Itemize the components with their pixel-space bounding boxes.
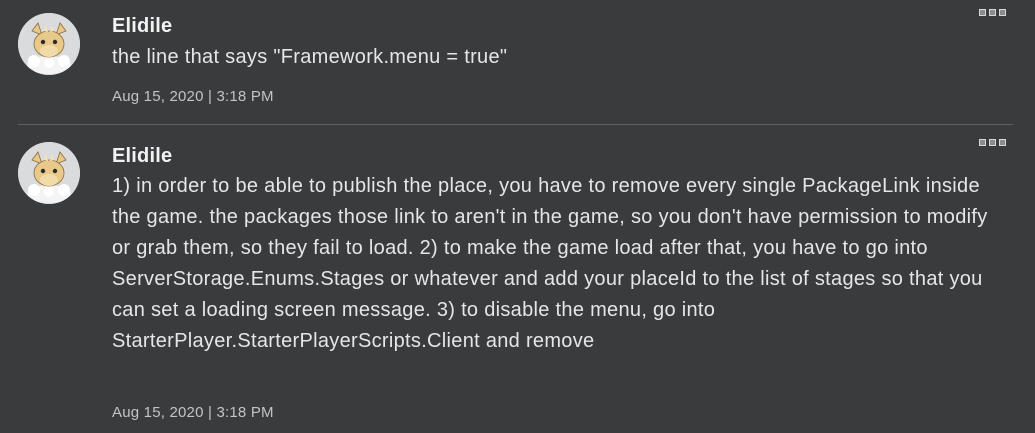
comment-post: Elidile 1) in order to be able to publis… xyxy=(0,125,1035,433)
dragon-avatar-icon xyxy=(18,13,80,75)
more-options-button[interactable] xyxy=(979,9,1012,18)
more-options-icon xyxy=(999,9,1006,16)
avatar[interactable] xyxy=(18,142,80,204)
comment-feed: Elidile the line that says "Framework.me… xyxy=(0,0,1035,433)
more-options-icon xyxy=(999,139,1006,146)
comment-timestamp: Aug 15, 2020 | 3:18 PM xyxy=(112,88,274,105)
dragon-avatar-icon xyxy=(18,142,80,204)
more-options-icon xyxy=(979,139,986,146)
author-name[interactable]: Elidile xyxy=(112,15,172,38)
comment-post: Elidile the line that says "Framework.me… xyxy=(0,0,1035,124)
comment-timestamp: Aug 15, 2020 | 3:18 PM xyxy=(112,404,274,421)
comment-body: the line that says "Framework.menu = tru… xyxy=(112,46,508,68)
author-name[interactable]: Elidile xyxy=(112,145,172,168)
more-options-icon xyxy=(989,9,996,16)
avatar[interactable] xyxy=(18,13,80,75)
more-options-icon xyxy=(989,139,996,146)
comment-body: 1) in order to be able to publish the pl… xyxy=(112,175,988,352)
more-options-button[interactable] xyxy=(979,139,1012,148)
more-options-icon xyxy=(979,9,986,16)
